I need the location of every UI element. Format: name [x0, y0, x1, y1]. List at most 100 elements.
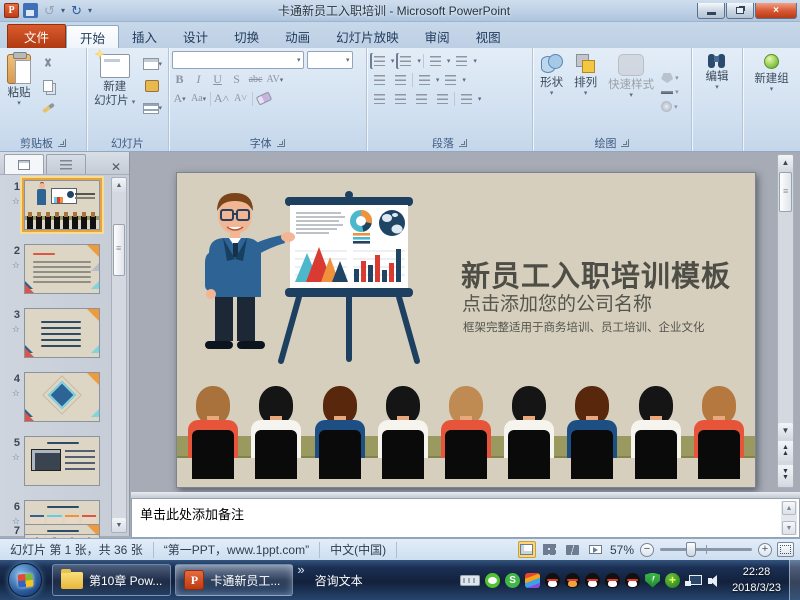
- toolbar-overflow-chevron[interactable]: »: [297, 562, 304, 577]
- section-button[interactable]: ▾: [142, 99, 162, 117]
- slide-thumbnail-7[interactable]: [24, 524, 100, 535]
- grow-font-button[interactable]: A˄: [214, 90, 230, 107]
- security-plus-icon[interactable]: +: [665, 573, 680, 588]
- notes-placeholder[interactable]: 单击此处添加备注: [132, 499, 799, 528]
- shapes-button[interactable]: 形状 ▾: [536, 51, 567, 134]
- qq-icon[interactable]: [585, 573, 600, 588]
- tab-outline[interactable]: [46, 154, 86, 174]
- align-right-button[interactable]: [412, 91, 431, 107]
- tab-insert[interactable]: 插入: [119, 25, 170, 48]
- zoom-slider-track[interactable]: [660, 548, 752, 551]
- network-icon[interactable]: [685, 573, 702, 588]
- paste-button[interactable]: 粘贴 ▾: [3, 51, 35, 134]
- tab-view[interactable]: 视图: [463, 25, 514, 48]
- bullets-button[interactable]: [370, 53, 389, 69]
- shape-fill-button[interactable]: ▾: [661, 73, 679, 83]
- clear-formatting-button[interactable]: [256, 90, 272, 107]
- tab-slideshow[interactable]: 幻灯片放映: [323, 25, 412, 48]
- slideshow-button[interactable]: [587, 541, 605, 558]
- clipboard-dialog-launcher[interactable]: [58, 139, 66, 147]
- justify-button[interactable]: [433, 91, 452, 107]
- panel-scroll-down-icon[interactable]: ▼: [112, 518, 126, 532]
- drawing-dialog-launcher[interactable]: [621, 139, 629, 147]
- font-dialog-launcher[interactable]: [277, 139, 285, 147]
- taskbar-clock[interactable]: 22:28 2018/3/23: [732, 564, 781, 597]
- slide-thumbnail-4[interactable]: [24, 372, 100, 422]
- start-button[interactable]: [8, 563, 42, 597]
- zoom-in-button[interactable]: +: [758, 543, 772, 557]
- editing-button[interactable]: 编辑 ▾: [701, 51, 732, 134]
- restore-button[interactable]: [726, 3, 754, 19]
- previous-slide-button[interactable]: ▲▲: [778, 441, 793, 461]
- copy-button[interactable]: [38, 77, 58, 95]
- slide-thumbnail-2[interactable]: [24, 244, 100, 294]
- taskbar-toolbar-text[interactable]: 咨询文本: [307, 564, 381, 596]
- shape-outline-button[interactable]: ▾: [661, 88, 679, 96]
- close-button[interactable]: ×: [755, 3, 797, 19]
- numbering-button[interactable]: [396, 53, 415, 69]
- underline-button[interactable]: U: [210, 71, 226, 88]
- arrange-button[interactable]: 排列 ▾: [570, 51, 601, 134]
- strikethrough-button[interactable]: abc: [248, 71, 264, 88]
- slide-editing-surface[interactable]: 新员工入职培训模板 点击添加您的公司名称 框架完整适用于商务培训、员工培训、企业…: [176, 172, 756, 488]
- align-left-button[interactable]: [370, 91, 389, 107]
- taskbar-folder-button[interactable]: 第10章 Pow...: [52, 564, 171, 596]
- input-keyboard-icon[interactable]: [460, 575, 480, 586]
- new-group-button[interactable]: 新建组 ▾: [750, 51, 793, 134]
- scroll-up-icon[interactable]: ▲: [778, 155, 793, 170]
- volume-icon[interactable]: [707, 573, 722, 588]
- panel-scroll-thumb[interactable]: [113, 224, 125, 276]
- slide-counter[interactable]: 幻灯片 第 1 张，共 36 张: [0, 542, 154, 558]
- cut-button[interactable]: [38, 55, 58, 73]
- zoom-slider-thumb[interactable]: [686, 542, 696, 557]
- panel-close-icon[interactable]: ✕: [107, 160, 125, 174]
- save-icon[interactable]: [23, 3, 38, 18]
- panel-scrollbar[interactable]: ▲ ▼: [111, 177, 127, 533]
- tab-animations[interactable]: 动画: [272, 25, 323, 48]
- powerpoint-app-icon[interactable]: P: [4, 3, 19, 18]
- columns-button[interactable]: [415, 72, 434, 88]
- zoom-out-button[interactable]: −: [640, 543, 654, 557]
- shrink-font-button[interactable]: A˅: [233, 90, 249, 107]
- undo-dropdown-icon[interactable]: ▾: [61, 6, 65, 15]
- undo-icon[interactable]: ↺: [42, 3, 57, 18]
- slide-sorter-button[interactable]: [541, 541, 559, 558]
- slide-thumbnail-3[interactable]: [24, 308, 100, 358]
- character-spacing-button[interactable]: AV▾: [267, 71, 284, 88]
- notes-pane[interactable]: 单击此处添加备注 ▲ ▼: [131, 498, 800, 538]
- fit-to-window-button[interactable]: [777, 542, 794, 557]
- notes-scroll-down-icon[interactable]: ▼: [782, 521, 796, 535]
- theme-name[interactable]: “第一PPT，www.1ppt.com”: [154, 542, 320, 558]
- italic-button[interactable]: I: [191, 71, 207, 88]
- tab-transitions[interactable]: 切换: [221, 25, 272, 48]
- font-size-select[interactable]: ▾: [307, 51, 353, 69]
- qq-icon[interactable]: [565, 573, 580, 588]
- line-spacing-button[interactable]: [426, 53, 445, 69]
- layout-button[interactable]: ▾: [142, 55, 162, 73]
- panel-scroll-up-icon[interactable]: ▲: [112, 178, 126, 192]
- tab-file[interactable]: 文件: [7, 24, 66, 48]
- shape-effects-button[interactable]: ▾: [661, 101, 679, 112]
- tab-slides-thumbnails[interactable]: [4, 154, 44, 174]
- text-direction-button[interactable]: [452, 53, 471, 69]
- notes-scroll-up-icon[interactable]: ▲: [782, 501, 796, 515]
- normal-view-button[interactable]: [518, 541, 536, 558]
- minimize-button[interactable]: [697, 3, 725, 19]
- format-painter-button[interactable]: [38, 99, 58, 117]
- align-center-button[interactable]: [391, 91, 410, 107]
- qq-icon[interactable]: [625, 573, 640, 588]
- notes-scrollbar[interactable]: ▲ ▼: [781, 501, 797, 535]
- slide-thumbnail-1[interactable]: [24, 180, 100, 230]
- paragraph-dialog-launcher[interactable]: [459, 139, 467, 147]
- increase-indent-button[interactable]: [391, 72, 410, 88]
- slide-subtitle[interactable]: 点击添加您的公司名称: [462, 289, 652, 316]
- show-desktop-button[interactable]: [789, 560, 800, 600]
- slide-tagline[interactable]: 框架完整适用于商务培训、员工培训、企业文化: [463, 319, 705, 335]
- editor-scrollbar[interactable]: ▲ ▼ ▲▲ ▼▼: [777, 154, 794, 488]
- tab-home[interactable]: 开始: [66, 25, 119, 48]
- rainbow-app-icon[interactable]: [525, 573, 540, 588]
- text-shadow-button[interactable]: S: [229, 71, 245, 88]
- reading-view-button[interactable]: [564, 541, 582, 558]
- align-text-button[interactable]: [457, 91, 476, 107]
- change-case-button[interactable]: Aa▾: [191, 90, 207, 107]
